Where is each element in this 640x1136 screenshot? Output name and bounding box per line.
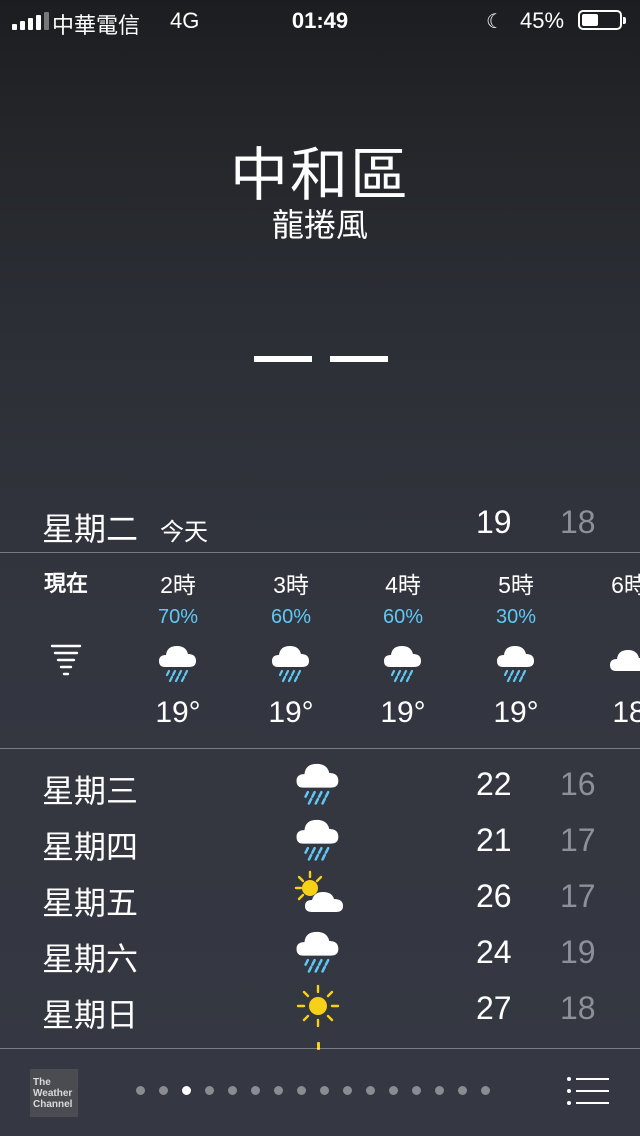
page-dot[interactable]	[458, 1086, 467, 1095]
rain-cloud-icon	[348, 632, 458, 692]
rain-cloud-icon	[292, 924, 348, 976]
precip-chance	[11, 604, 121, 628]
page-dot[interactable]	[343, 1086, 352, 1095]
day-name: 星期三	[42, 773, 139, 809]
city-list-icon[interactable]	[566, 1076, 610, 1106]
hour-label: 4時	[385, 572, 421, 598]
daily-row: 星期六 24 19	[0, 922, 640, 978]
day-high-temp: 24	[476, 934, 512, 970]
rain-cloud-icon	[292, 756, 348, 808]
hour-temp: 19°	[155, 696, 201, 729]
page-dot[interactable]	[412, 1086, 421, 1095]
daily-row: 星期五 26 17	[0, 866, 640, 922]
page-dot[interactable]	[159, 1086, 168, 1095]
daily-row: 星期日 27 18	[0, 978, 640, 1034]
day-low-temp: 17	[560, 822, 596, 858]
hour-label: 現在	[43, 571, 88, 596]
page-indicator[interactable]	[136, 1086, 490, 1095]
hour-label: 3時	[273, 572, 309, 598]
hourly-forecast-strip[interactable]: 現在 2時 70% 19° 3時 60% 19° 4時 60% 19° 5時 3…	[0, 552, 640, 748]
page-dot[interactable]	[182, 1086, 191, 1095]
day-name: 星期日	[42, 997, 139, 1033]
day-name: 星期四	[42, 829, 139, 865]
today-label: 今天	[160, 519, 208, 546]
partly-sunny-icon	[292, 868, 348, 920]
hour-label: 6時	[611, 572, 640, 598]
hour-temp: 18	[612, 696, 640, 729]
hour-temp: 19°	[380, 696, 426, 729]
current-temp-dash	[330, 356, 388, 362]
day-high-temp: 27	[476, 990, 512, 1026]
hour-temp: 19°	[268, 696, 314, 729]
page-dot[interactable]	[366, 1086, 375, 1095]
status-bar: 中華電信 4G 01:49 ☾ 45%	[0, 0, 640, 40]
day-high-temp: 26	[476, 878, 512, 914]
battery-percent: 45%	[520, 8, 565, 33]
page-dot[interactable]	[435, 1086, 444, 1095]
page-dot[interactable]	[251, 1086, 260, 1095]
hourly-item: 現在	[11, 566, 121, 690]
day-low-temp: 16	[560, 766, 596, 802]
precip-chance: 60%	[270, 606, 312, 628]
page-dot[interactable]	[136, 1086, 145, 1095]
day-high-temp: 21	[476, 822, 512, 858]
weather-channel-logo[interactable]: The Weather Channel	[30, 1069, 78, 1117]
page-dot[interactable]	[389, 1086, 398, 1095]
precip-chance: 70%	[157, 606, 199, 628]
page-dot[interactable]	[320, 1086, 329, 1095]
page-dot[interactable]	[205, 1086, 214, 1095]
rain-cloud-icon	[461, 632, 571, 692]
hourly-item: 6時 18	[574, 566, 640, 730]
today-low-temp: 18	[560, 504, 596, 540]
rain-cloud-icon	[236, 632, 346, 692]
hourly-item: 3時 60% 19°	[236, 566, 346, 730]
battery-icon	[578, 10, 626, 30]
page-dot[interactable]	[274, 1086, 283, 1095]
divider	[0, 748, 640, 749]
day-name: 星期五	[42, 885, 139, 921]
rain-cloud-icon	[123, 632, 233, 692]
today-row: 星期二 今天 19 18	[0, 500, 640, 550]
hourly-item: 4時 60% 19°	[348, 566, 458, 730]
sun-icon	[292, 980, 348, 1032]
hourly-item: 2時 70% 19°	[123, 566, 233, 730]
hour-label: 2時	[160, 572, 196, 598]
current-temp-dash	[254, 356, 312, 362]
cloud-icon	[574, 632, 640, 692]
weather-condition: 龍捲風	[271, 207, 368, 243]
day-high-temp: 22	[476, 766, 512, 802]
page-dot[interactable]	[297, 1086, 306, 1095]
precip-chance: 30%	[495, 606, 537, 628]
hour-temp: 19°	[493, 696, 539, 729]
day-low-temp: 17	[560, 878, 596, 914]
daily-row: 星期四 21 17	[0, 810, 640, 866]
page-dot[interactable]	[228, 1086, 237, 1095]
rain-cloud-icon	[292, 812, 348, 864]
precip-chance	[574, 606, 640, 630]
hour-label: 5時	[498, 572, 534, 598]
day-low-temp: 18	[560, 990, 596, 1026]
do-not-disturb-moon-icon: ☾	[486, 11, 504, 33]
page-dot[interactable]	[481, 1086, 490, 1095]
divider	[0, 1048, 640, 1049]
tornado-icon	[11, 630, 121, 690]
day-low-temp: 19	[560, 934, 596, 970]
precip-chance: 60%	[382, 606, 424, 628]
day-name: 星期六	[42, 941, 139, 977]
today-high-temp: 19	[476, 504, 512, 540]
hourly-item: 5時 30% 19°	[461, 566, 571, 730]
daily-row: 星期三 22 16	[0, 754, 640, 810]
today-day-name: 星期二	[42, 511, 139, 547]
